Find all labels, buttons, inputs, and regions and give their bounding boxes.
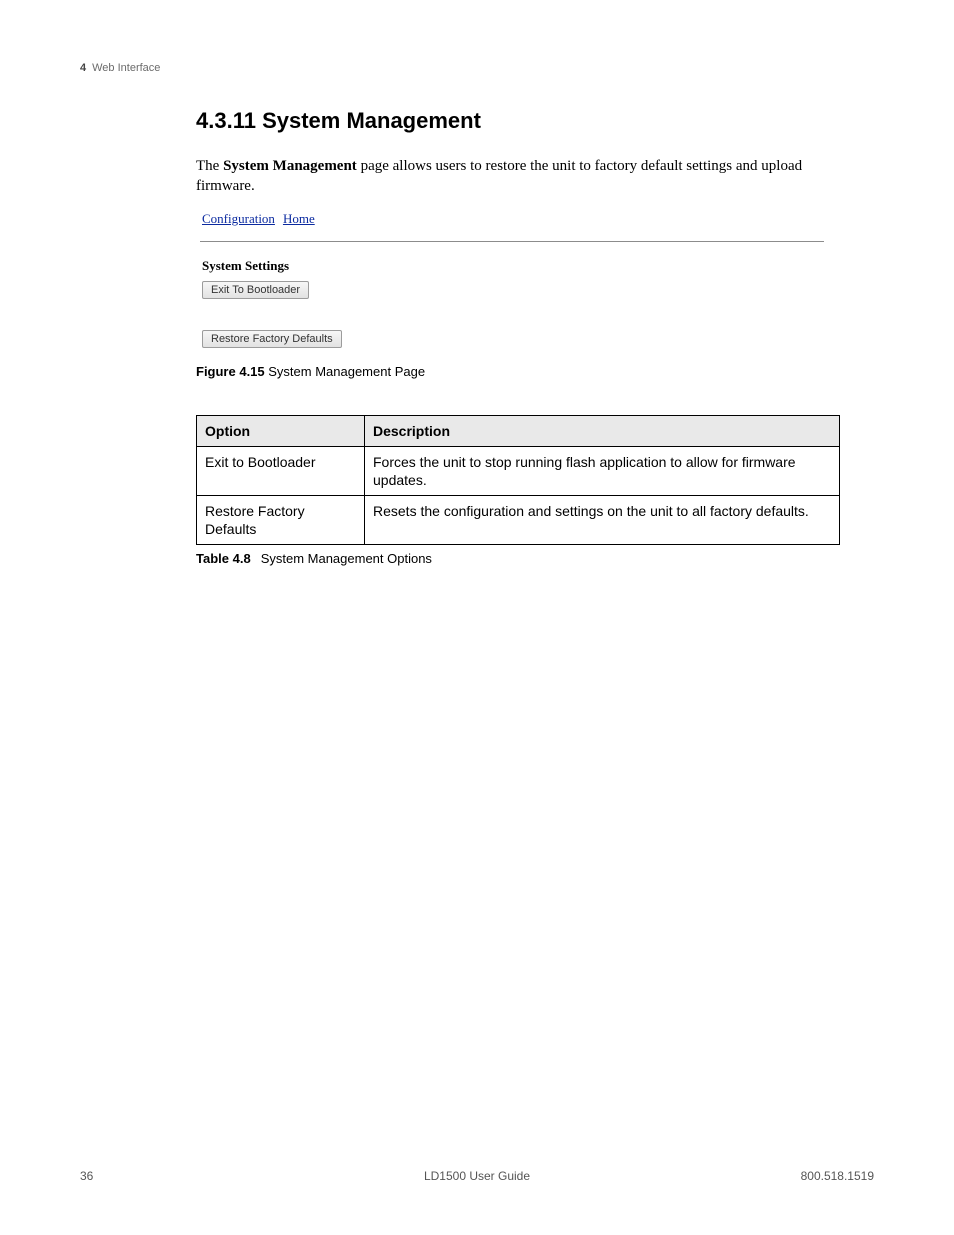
figure-nav-links: Configuration Home [196, 209, 828, 233]
table-cell-option: Restore Factory Defaults [197, 496, 365, 545]
figure-divider [200, 241, 824, 242]
intro-prefix: The [196, 158, 223, 174]
table-row: Exit to Bootloader Forces the unit to st… [197, 446, 840, 495]
figure-caption-label: Figure 4.15 [196, 364, 265, 379]
table-row: Restore Factory Defaults Resets the conf… [197, 496, 840, 545]
options-table: Option Description Exit to Bootloader Fo… [196, 415, 840, 546]
intro-bold: System Management [223, 158, 357, 174]
table-cell-description: Forces the unit to stop running flash ap… [365, 446, 840, 495]
exit-to-bootloader-button[interactable]: Exit To Bootloader [202, 281, 309, 299]
table-caption-text: System Management Options [261, 551, 432, 566]
table-caption-label: Table 4.8 [196, 551, 251, 566]
figure-caption: Figure 4.15 System Management Page [196, 364, 828, 379]
table-header-option: Option [197, 415, 365, 446]
chapter-title: Web Interface [92, 62, 160, 74]
page-header: 4 Web Interface [80, 62, 874, 74]
section-heading: 4.3.11 System Management [196, 108, 840, 134]
section-intro: The System Management page allows users … [196, 156, 840, 197]
chapter-number: 4 [80, 62, 86, 74]
table-cell-description: Resets the configuration and settings on… [365, 496, 840, 545]
table-caption: Table 4.8 System Management Options [196, 551, 840, 566]
home-link[interactable]: Home [283, 211, 315, 226]
restore-factory-defaults-button[interactable]: Restore Factory Defaults [202, 330, 342, 348]
figure-caption-text: System Management Page [265, 364, 425, 379]
table-header-row: Option Description [197, 415, 840, 446]
figure-subheading: System Settings [202, 258, 822, 274]
table-header-description: Description [365, 415, 840, 446]
configuration-link[interactable]: Configuration [202, 211, 275, 226]
table-cell-option: Exit to Bootloader [197, 446, 365, 495]
document-title: LD1500 User Guide [80, 1169, 874, 1183]
page-footer: 36 LD1500 User Guide 800.518.1519 [80, 1169, 874, 1183]
figure-embedded-screenshot: Configuration Home System Settings Exit T… [196, 209, 828, 379]
